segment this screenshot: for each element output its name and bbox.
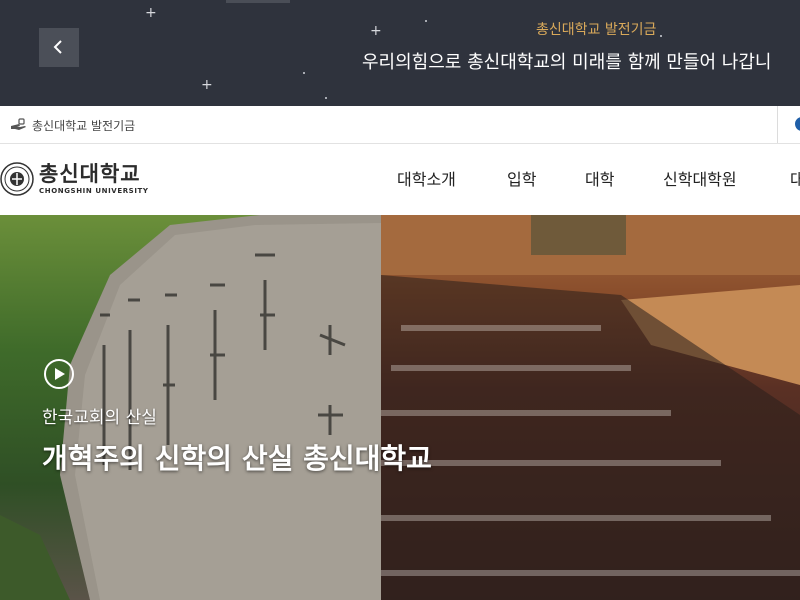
nav-item-admission[interactable]: 입학 (507, 170, 536, 190)
congregation-hall-illustration (381, 215, 800, 600)
nav-item-college[interactable]: 대학 (585, 170, 614, 190)
hero-title: 개혁주의 신학의 산실 총신대학교 (42, 442, 432, 475)
sparkle-icon: + (370, 23, 382, 39)
globe-icon[interactable] (795, 117, 800, 131)
development-fund-label: 총신대학교 발전기금 (32, 118, 136, 133)
hero-image-congregation (381, 215, 800, 600)
banner-tab-indicator (226, 0, 290, 3)
university-logo[interactable]: 총신대학교 CHONGSHIN UNIVERSITY (0, 162, 149, 196)
logo-english-name: CHONGSHIN UNIVERSITY (39, 187, 149, 195)
site-header: 총신대학교 CHONGSHIN UNIVERSITY 대학소개 입학 대학 신학… (0, 144, 800, 215)
nav-item-more[interactable]: 대 (790, 170, 800, 190)
star-dot (425, 20, 427, 22)
star-dot (325, 97, 327, 99)
nav-item-seminary[interactable]: 신학대학원 (663, 170, 737, 190)
university-seal-icon (0, 162, 34, 196)
development-fund-link[interactable]: 총신대학교 발전기금 (10, 116, 135, 134)
utility-divider (777, 106, 778, 143)
sparkle-icon: + (145, 5, 157, 21)
utility-bar: 총신대학교 발전기금 (0, 106, 800, 144)
banner-prev-button[interactable] (39, 28, 79, 67)
hero-subtitle: 한국교회의 산실 (42, 408, 157, 428)
donation-hand-icon (11, 118, 26, 130)
nav-item-about[interactable]: 대학소개 (397, 170, 456, 190)
logo-korean-name: 총신대학교 (39, 162, 141, 186)
star-dot (303, 72, 305, 74)
star-dot (660, 35, 662, 37)
chevron-left-icon (53, 40, 62, 54)
banner-subtitle: 총신대학교 발전기금 (536, 22, 657, 38)
banner-title[interactable]: 우리의힘으로 총신대학교의 미래를 함께 만들어 나갑니 (362, 52, 772, 74)
top-banner: + + + 총신대학교 발전기금 우리의힘으로 총신대학교의 미래를 함께 만들… (0, 0, 800, 106)
play-icon (55, 368, 65, 380)
hero-section: 한국교회의 산실 개혁주의 신학의 산실 총신대학교 (0, 215, 800, 600)
hero-play-button[interactable] (44, 359, 74, 389)
sparkle-icon: + (201, 77, 213, 93)
